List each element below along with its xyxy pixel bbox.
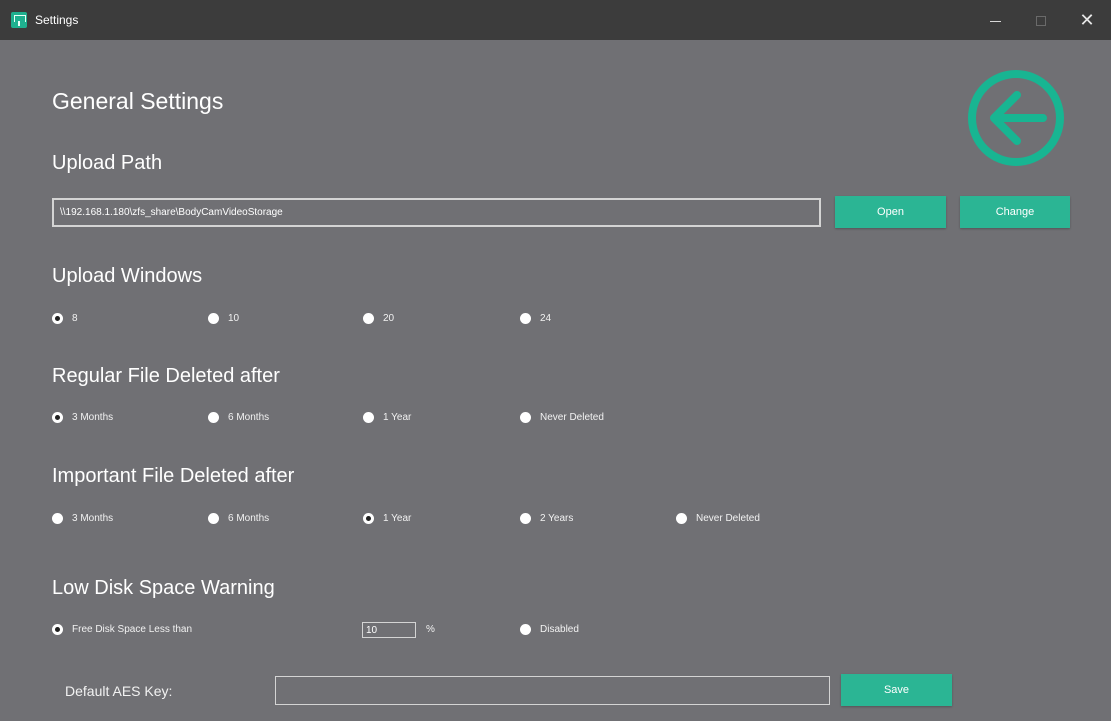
page-title: General Settings [52, 88, 224, 114]
upload-path-heading: Upload Path [52, 152, 163, 174]
radio-selected-icon [52, 412, 63, 423]
radio-icon [208, 313, 219, 324]
radio-icon [208, 412, 219, 423]
change-button[interactable]: Change [960, 196, 1070, 228]
radio-selected-icon [52, 313, 63, 324]
radio-icon [676, 513, 687, 524]
maximize-icon [1018, 0, 1064, 40]
upload-windows-heading: Upload Windows [52, 265, 203, 287]
regular-file-heading: Regular File Deleted after [52, 365, 280, 387]
back-button[interactable] [965, 67, 1067, 169]
arrow-left-circle-icon [968, 70, 1064, 166]
aes-key-input[interactable] [275, 676, 830, 705]
minimize-icon[interactable] [972, 0, 1018, 40]
radio-selected-icon [52, 624, 63, 635]
window-title: Settings [35, 13, 79, 27]
title-bar: Settings ✕ [0, 0, 1111, 40]
upload-path-input[interactable] [52, 198, 821, 227]
radio-icon [208, 513, 219, 524]
radio-icon [363, 313, 374, 324]
save-button[interactable]: Save [841, 674, 952, 706]
low-disk-heading: Low Disk Space Warning [52, 577, 275, 599]
radio-icon [520, 313, 531, 324]
close-icon[interactable]: ✕ [1064, 0, 1110, 40]
radio-icon [363, 412, 374, 423]
radio-icon [52, 513, 63, 524]
radio-icon [520, 513, 531, 524]
percent-label: % [426, 624, 435, 635]
aes-key-label: Default AES Key: [65, 683, 173, 699]
radio-icon [520, 412, 531, 423]
radio-icon [520, 624, 531, 635]
radio-selected-icon [363, 513, 374, 524]
low-disk-threshold-input[interactable] [362, 622, 416, 638]
important-file-heading: Important File Deleted after [52, 465, 295, 487]
app-icon [11, 12, 27, 28]
open-button[interactable]: Open [835, 196, 946, 228]
